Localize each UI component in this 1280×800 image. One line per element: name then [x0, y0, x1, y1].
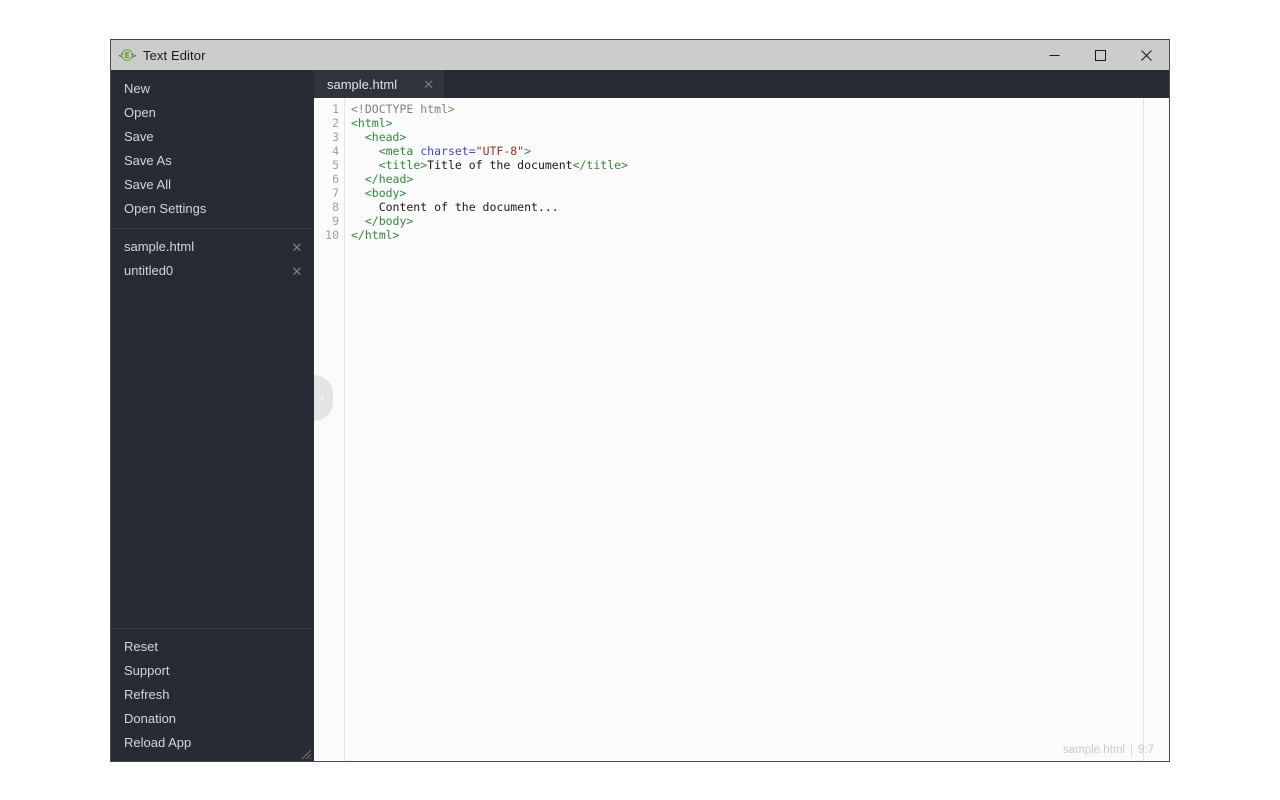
window-controls: [1031, 40, 1169, 70]
line-number: 9: [332, 214, 339, 228]
code-token: <head>: [364, 130, 407, 144]
file-item-label: untitled0: [124, 263, 174, 278]
maximize-button[interactable]: [1077, 40, 1123, 70]
line-number: 3: [332, 130, 339, 144]
code-token: </html>: [351, 228, 400, 242]
tab-sample-html[interactable]: sample.html ✕: [314, 70, 446, 98]
code-token: >: [524, 144, 532, 158]
code-token: Title of the document: [427, 158, 573, 172]
code-token: <body>: [364, 186, 407, 200]
line-number: 6: [332, 172, 339, 186]
code-token: <!DOCTYPE html>: [351, 102, 455, 116]
tab-bar: sample.html ✕: [314, 70, 1169, 98]
code-line: Content of the document...: [351, 200, 1169, 214]
sidebar-item-donation[interactable]: Donation: [111, 707, 314, 731]
editor-body: 1 2 3 4 5 6 7 8 9 10 <!DOCTYPE html> <html> <head>…: [314, 98, 1169, 761]
tab-bar-empty-area: [446, 70, 1169, 98]
sidebar-item-refresh[interactable]: Refresh: [111, 683, 314, 707]
code-line: <html>: [351, 116, 1169, 130]
code-line: <title>Title of the document</title>: [351, 158, 1169, 172]
maximize-icon: [1094, 49, 1106, 61]
sidebar-item-support[interactable]: Support: [111, 659, 314, 683]
code-editor-icon: < E >: [118, 46, 136, 64]
editor-pane: sample.html ✕ 1 2 3 4 5 6 7 8 9 10 <!DOCTYPE html…: [314, 70, 1169, 761]
sidebar-bottom-menu: Reset Support Refresh Donation Reload Ap…: [111, 635, 314, 761]
list-item[interactable]: untitled0 ✕: [111, 259, 314, 283]
code-token: <meta: [378, 144, 421, 158]
code-token: Content of the document...: [351, 200, 559, 214]
close-icon[interactable]: ✕: [290, 265, 304, 278]
sidebar-item-open-settings[interactable]: Open Settings: [111, 197, 314, 221]
code-token: </head>: [364, 172, 414, 186]
code-line: <head>: [351, 130, 1169, 144]
sidebar-item-reset[interactable]: Reset: [111, 635, 314, 659]
minimize-button[interactable]: [1031, 40, 1077, 70]
sidebar: New Open Save Save As Save All Open Sett…: [111, 70, 314, 761]
sidebar-item-open[interactable]: Open: [111, 101, 314, 125]
code-line: <!DOCTYPE html>: [351, 102, 1169, 116]
code-lines: <!DOCTYPE html> <html> <head> <meta chars…: [351, 102, 1169, 242]
list-item[interactable]: sample.html ✕: [111, 235, 314, 259]
code-line: </body>: [351, 214, 1169, 228]
print-margin-guide: [1143, 98, 1144, 761]
line-number: 4: [332, 144, 339, 158]
file-item-label: sample.html: [124, 239, 195, 254]
tab-label: sample.html: [327, 76, 398, 92]
title-bar[interactable]: < E > Text Editor: [111, 40, 1169, 70]
status-cursor-position: 9:7: [1138, 744, 1154, 756]
code-area[interactable]: <!DOCTYPE html> <html> <head> <meta chars…: [345, 98, 1169, 761]
window-body: New Open Save Save As Save All Open Sett…: [111, 70, 1169, 761]
resize-grip[interactable]: [300, 747, 312, 760]
code-line: <body>: [351, 186, 1169, 200]
minimize-icon: [1049, 54, 1059, 56]
line-number: 2: [332, 116, 339, 130]
line-number: 10: [325, 228, 339, 242]
code-line: </head>: [351, 172, 1169, 186]
close-icon[interactable]: ✕: [290, 241, 304, 254]
sidebar-item-save[interactable]: Save: [111, 125, 314, 149]
close-button[interactable]: [1123, 40, 1169, 70]
line-number-gutter: 1 2 3 4 5 6 7 8 9 10: [314, 98, 345, 761]
sidebar-item-save-as[interactable]: Save As: [111, 149, 314, 173]
svg-text:E: E: [125, 51, 130, 60]
sidebar-item-reload-app[interactable]: Reload App: [111, 731, 314, 755]
sidebar-file-menu: New Open Save Save As Save All Open Sett…: [111, 70, 314, 221]
window-title: Text Editor: [143, 47, 206, 63]
code-token: "UTF-8": [475, 144, 525, 158]
line-number: 1: [332, 102, 339, 116]
close-icon: [1140, 49, 1152, 61]
resize-grip-icon: [301, 749, 312, 760]
code-token: <html>: [351, 116, 393, 130]
chevron-left-icon: ‹: [320, 391, 325, 404]
svg-text:>: >: [131, 52, 136, 62]
line-number: 8: [332, 200, 339, 214]
line-number: 7: [332, 186, 339, 200]
code-token: charset=: [420, 144, 476, 158]
code-token: </title>: [572, 158, 628, 172]
status-bar: sample.html 9:7: [1057, 739, 1169, 761]
sidebar-item-new[interactable]: New: [111, 77, 314, 101]
code-line: <meta charset="UTF-8">: [351, 144, 1169, 158]
sidebar-item-save-all[interactable]: Save All: [111, 173, 314, 197]
code-line: </html>: [351, 228, 1169, 242]
sidebar-divider-bottom: [111, 628, 314, 629]
sidebar-divider-top: [111, 228, 314, 229]
line-number: 5: [332, 158, 339, 172]
code-token: <title>: [378, 158, 428, 172]
text-editor-window: < E > Text Editor New Open Save Save As …: [110, 39, 1170, 762]
sidebar-open-files: sample.html ✕ untitled0 ✕: [111, 235, 314, 283]
status-filename: sample.html: [1063, 744, 1125, 756]
code-token: </body>: [364, 214, 414, 228]
close-icon[interactable]: ✕: [423, 78, 434, 91]
